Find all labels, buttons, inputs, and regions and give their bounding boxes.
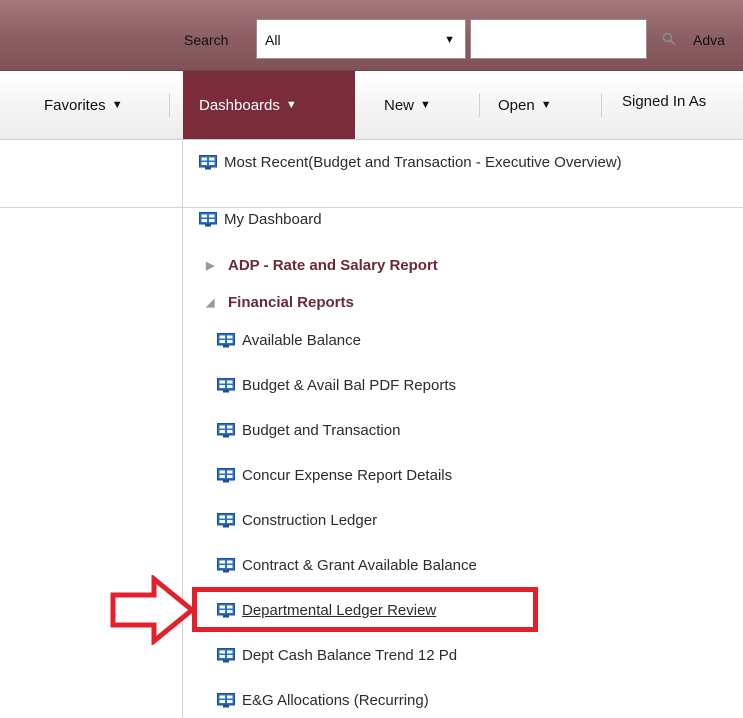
menu-item-budget-avail-pdf[interactable]: Budget & Avail Bal PDF Reports xyxy=(217,377,456,394)
dashboard-icon xyxy=(217,423,235,438)
caret-down-icon: ▼ xyxy=(420,99,431,111)
menu-item-label: Most Recent(Budget and Transaction - Exe… xyxy=(224,154,622,171)
folder-adp[interactable]: ▶ ADP - Rate and Salary Report xyxy=(206,257,438,274)
menu-item-label: Budget & Avail Bal PDF Reports xyxy=(242,377,456,394)
red-arrow-annotation xyxy=(110,575,196,645)
search-scope-select[interactable]: All ▼ xyxy=(256,19,466,59)
folder-label: ADP - Rate and Salary Report xyxy=(228,257,438,274)
search-scope-value: All xyxy=(265,32,281,48)
folder-label: Financial Reports xyxy=(228,294,354,311)
caret-down-icon: ▼ xyxy=(111,99,123,111)
nav-new-label: New xyxy=(384,96,415,114)
search-button[interactable] xyxy=(650,19,688,59)
nav-new[interactable]: New ▼ xyxy=(384,71,431,139)
top-header-bar: Search All ▼ Adva xyxy=(0,0,743,71)
menu-item-label: Available Balance xyxy=(242,332,361,349)
search-input[interactable] xyxy=(470,19,647,59)
nav-dashboards[interactable]: Dashboards ▼ xyxy=(183,71,355,139)
menu-item-label: Contract & Grant Available Balance xyxy=(242,557,477,574)
triangle-down-icon: ◢ xyxy=(206,297,215,309)
nav-signed-in-label: Signed In As xyxy=(622,92,707,110)
menu-item-label: Concur Expense Report Details xyxy=(242,467,453,484)
nav-open-label: Open xyxy=(498,96,535,114)
dashboard-icon xyxy=(199,155,217,170)
menu-item-label: E&G Allocations (Recurring) xyxy=(242,692,429,709)
menu-divider xyxy=(183,207,743,208)
dashboard-icon xyxy=(217,693,235,708)
dashboard-icon xyxy=(217,648,235,663)
menu-item-label: My Dashboard xyxy=(224,211,322,228)
menu-item-budget-transaction[interactable]: Budget and Transaction xyxy=(217,422,400,439)
menu-item-concur-expense[interactable]: Concur Expense Report Details xyxy=(217,467,452,484)
dashboard-icon xyxy=(217,378,235,393)
nav-open[interactable]: Open ▼ xyxy=(498,71,552,139)
advanced-search-link[interactable]: Adva xyxy=(693,32,725,48)
caret-down-icon: ▼ xyxy=(285,99,297,111)
search-icon xyxy=(662,32,676,46)
menu-item-label: Dept Cash Balance Trend 12 Pd xyxy=(242,647,458,664)
nav-bar: Favorites ▼ Dashboards ▼ New ▼ Open ▼ Si… xyxy=(0,71,743,140)
menu-item-eg-allocations[interactable]: E&G Allocations (Recurring) xyxy=(217,692,429,709)
search-label: Search xyxy=(184,32,229,48)
dashboard-icon xyxy=(217,468,235,483)
dashboard-icon xyxy=(217,333,235,348)
menu-item-most-recent[interactable]: Most Recent(Budget and Transaction - Exe… xyxy=(199,154,622,171)
menu-item-label: Budget and Transaction xyxy=(242,422,401,439)
menu-item-my-dashboard[interactable]: My Dashboard xyxy=(199,211,322,228)
triangle-right-icon: ▶ xyxy=(206,260,215,272)
left-panel-divider xyxy=(0,207,182,208)
caret-down-icon: ▼ xyxy=(444,34,455,46)
nav-divider xyxy=(479,93,480,117)
menu-item-dept-cash-balance[interactable]: Dept Cash Balance Trend 12 Pd xyxy=(217,647,457,664)
menu-item-contract-grant[interactable]: Contract & Grant Available Balance xyxy=(217,557,477,574)
menu-item-construction-ledger[interactable]: Construction Ledger xyxy=(217,512,377,529)
nav-divider xyxy=(601,93,602,117)
dashboard-icon xyxy=(217,558,235,573)
menu-item-label: Construction Ledger xyxy=(242,512,378,529)
nav-favorites[interactable]: Favorites ▼ xyxy=(44,71,123,139)
folder-financial-reports[interactable]: ◢ Financial Reports xyxy=(206,294,354,311)
dashboard-icon xyxy=(217,513,235,528)
menu-item-available-balance[interactable]: Available Balance xyxy=(217,332,361,349)
dashboard-icon xyxy=(199,212,217,227)
nav-favorites-label: Favorites xyxy=(44,96,106,114)
nav-dashboards-label: Dashboards xyxy=(199,96,280,114)
highlight-box-annotation xyxy=(192,587,538,632)
nav-divider xyxy=(169,93,170,117)
nav-signed-in[interactable]: Signed In As xyxy=(622,67,706,135)
caret-down-icon: ▼ xyxy=(540,99,552,111)
